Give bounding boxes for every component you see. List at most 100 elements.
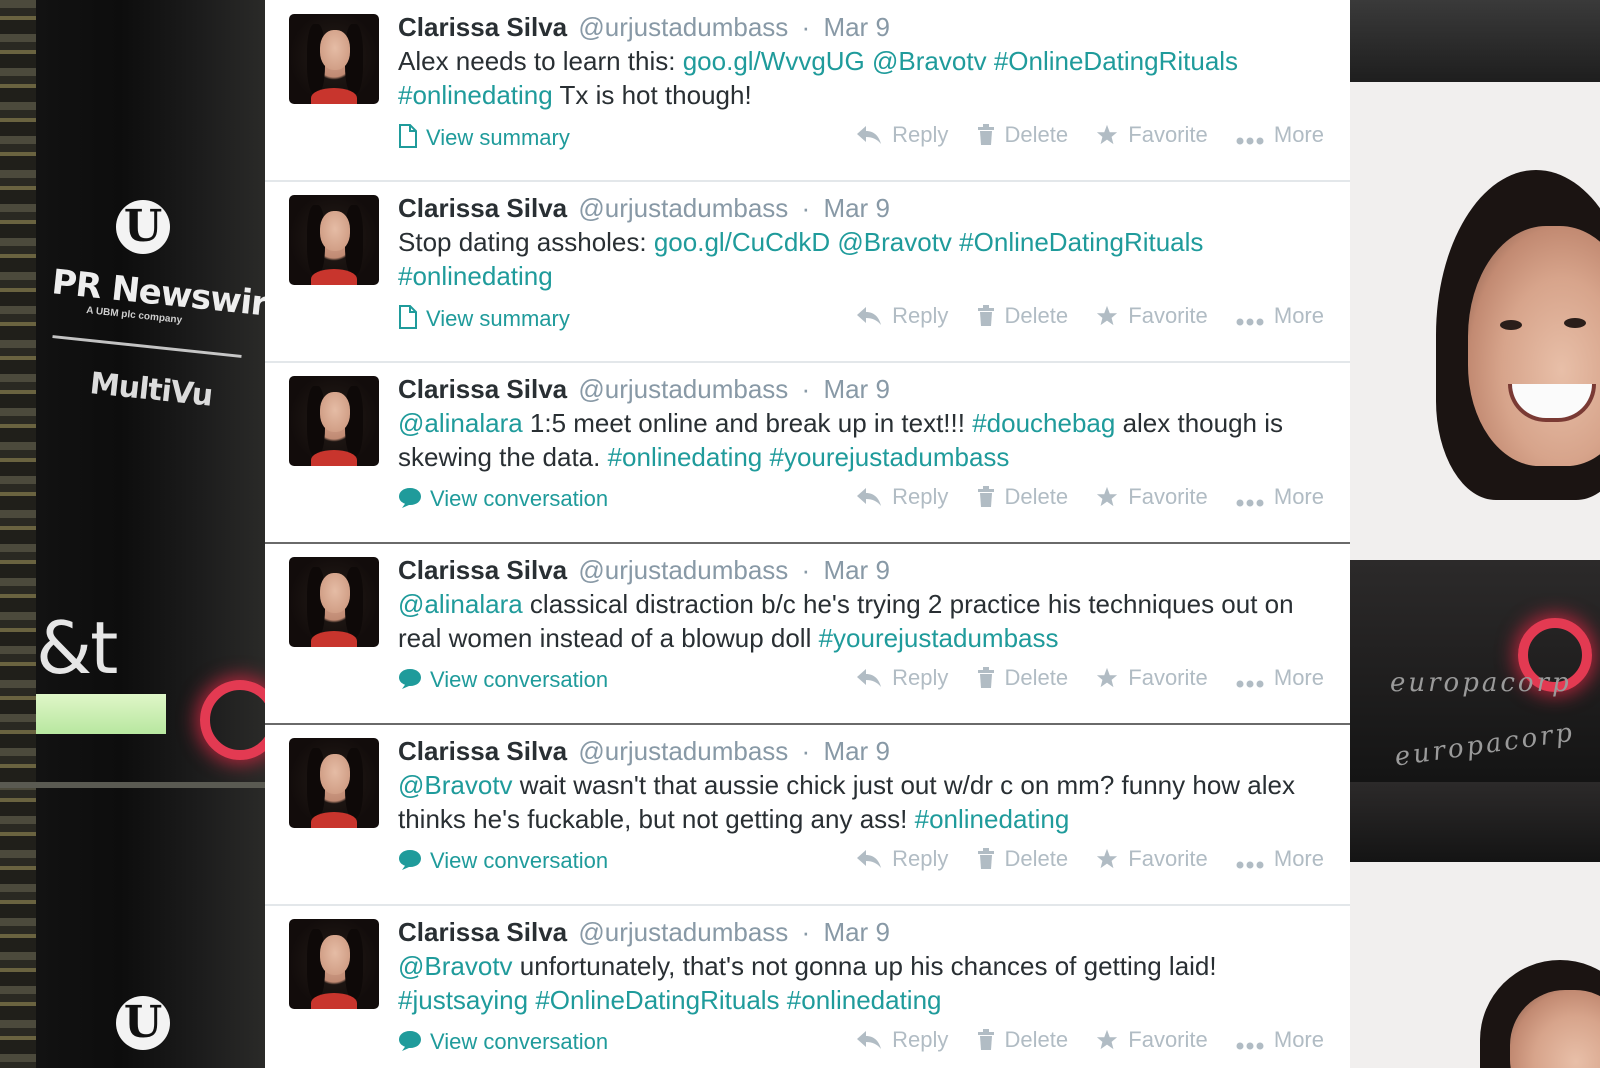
expand-link[interactable]: View summary bbox=[398, 124, 570, 151]
mention-link[interactable]: @alinalara bbox=[398, 408, 523, 438]
hashtag-link[interactable]: #OnlineDatingRituals bbox=[994, 46, 1238, 76]
favorite-button[interactable]: Favorite bbox=[1096, 1027, 1208, 1053]
star-icon bbox=[1097, 124, 1118, 145]
reply-button[interactable]: Reply bbox=[856, 303, 948, 329]
more-label: More bbox=[1273, 1027, 1324, 1052]
author-handle[interactable]: @urjustadumbass bbox=[578, 374, 788, 404]
avatar[interactable] bbox=[289, 738, 379, 828]
author-handle[interactable]: @urjustadumbass bbox=[578, 193, 788, 223]
tweet-6[interactable]: Clarissa Silva @urjustadumbass · Mar 9 @… bbox=[265, 905, 1350, 1068]
reply-button[interactable]: Reply bbox=[856, 122, 948, 148]
tweet-1[interactable]: Clarissa Silva @urjustadumbass · Mar 9 A… bbox=[265, 0, 1350, 182]
tweet-timestamp[interactable]: Mar 9 bbox=[823, 736, 889, 766]
url-link[interactable]: goo.gl/WvvgUG bbox=[683, 46, 865, 76]
avatar[interactable] bbox=[289, 14, 379, 104]
url-link[interactable]: goo.gl/CuCdkD bbox=[654, 227, 830, 257]
more-button[interactable]: More bbox=[1236, 665, 1324, 691]
expand-link[interactable]: View conversation bbox=[398, 1029, 608, 1055]
favorite-button[interactable]: Favorite bbox=[1096, 122, 1208, 148]
tweet-content: Clarissa Silva @urjustadumbass · Mar 9 @… bbox=[398, 372, 1338, 474]
tweet-actions: Reply Delete Favorite More bbox=[834, 303, 1324, 329]
delete-button[interactable]: Delete bbox=[977, 122, 1068, 148]
tweet-4[interactable]: Clarissa Silva @urjustadumbass · Mar 9 @… bbox=[265, 543, 1350, 725]
author-handle[interactable]: @urjustadumbass bbox=[578, 917, 788, 947]
author-handle[interactable]: @urjustadumbass bbox=[578, 736, 788, 766]
more-button[interactable]: More bbox=[1236, 1027, 1324, 1053]
mention-link[interactable]: @Bravotv bbox=[398, 770, 513, 800]
tweet-header: Clarissa Silva @urjustadumbass · Mar 9 bbox=[398, 915, 1338, 949]
tweet-text-line-2: skewing the data. #onlinedating #youreju… bbox=[398, 441, 1338, 474]
avatar[interactable] bbox=[289, 919, 379, 1009]
favorite-button[interactable]: Favorite bbox=[1096, 303, 1208, 329]
mention-link[interactable]: @Bravotv bbox=[872, 46, 987, 76]
hashtag-link[interactable]: #OnlineDatingRituals bbox=[959, 227, 1203, 257]
expand-link[interactable]: View summary bbox=[398, 305, 570, 332]
expand-link[interactable]: View conversation bbox=[398, 848, 608, 874]
mention-link[interactable]: @Bravotv bbox=[398, 951, 513, 981]
hashtag-link[interactable]: #justsaying bbox=[398, 985, 528, 1015]
tweet-actions: Reply Delete Favorite More bbox=[834, 484, 1324, 510]
tweet-actions: Reply Delete Favorite More bbox=[834, 1027, 1324, 1053]
tweet-text-line-1: Alex needs to learn this: goo.gl/WvvgUG … bbox=[398, 45, 1338, 78]
hashtag-link[interactable]: #yourejustadumbass bbox=[819, 623, 1059, 653]
favorite-button[interactable]: Favorite bbox=[1096, 665, 1208, 691]
tweet-timestamp[interactable]: Mar 9 bbox=[823, 555, 889, 585]
multivu-sign: MultiVu bbox=[88, 366, 214, 414]
delete-button[interactable]: Delete bbox=[977, 303, 1068, 329]
author-handle[interactable]: @urjustadumbass bbox=[578, 555, 788, 585]
tweet-5[interactable]: Clarissa Silva @urjustadumbass · Mar 9 @… bbox=[265, 724, 1350, 906]
author-name[interactable]: Clarissa Silva bbox=[398, 374, 567, 404]
tweet-3[interactable]: Clarissa Silva @urjustadumbass · Mar 9 @… bbox=[265, 362, 1350, 544]
author-name[interactable]: Clarissa Silva bbox=[398, 917, 567, 947]
author-name[interactable]: Clarissa Silva bbox=[398, 12, 567, 42]
more-button[interactable]: More bbox=[1236, 846, 1324, 872]
reply-icon bbox=[857, 1031, 882, 1049]
reply-button[interactable]: Reply bbox=[856, 665, 948, 691]
delete-button[interactable]: Delete bbox=[977, 846, 1068, 872]
favorite-button[interactable]: Favorite bbox=[1096, 846, 1208, 872]
tweet-text: real women instead of a blowup doll bbox=[398, 623, 819, 653]
speech-bubble-icon bbox=[399, 1031, 421, 1051]
hashtag-link[interactable]: #onlinedating bbox=[915, 804, 1070, 834]
author-name[interactable]: Clarissa Silva bbox=[398, 555, 567, 585]
tweet-2[interactable]: Clarissa Silva @urjustadumbass · Mar 9 S… bbox=[265, 181, 1350, 363]
delete-button[interactable]: Delete bbox=[977, 1027, 1068, 1053]
favorite-button[interactable]: Favorite bbox=[1096, 484, 1208, 510]
author-handle[interactable]: @urjustadumbass bbox=[578, 12, 788, 42]
avatar[interactable] bbox=[289, 557, 379, 647]
mention-link[interactable]: @alinalara bbox=[398, 589, 523, 619]
tweet-content: Clarissa Silva @urjustadumbass · Mar 9 @… bbox=[398, 915, 1338, 1017]
expand-link[interactable]: View conversation bbox=[398, 667, 608, 693]
tweet-timestamp[interactable]: Mar 9 bbox=[823, 917, 889, 947]
delete-button[interactable]: Delete bbox=[977, 665, 1068, 691]
tweet-timestamp[interactable]: Mar 9 bbox=[823, 12, 889, 42]
reply-button[interactable]: Reply bbox=[856, 484, 948, 510]
author-name[interactable]: Clarissa Silva bbox=[398, 193, 567, 223]
mention-link[interactable]: @Bravotv bbox=[837, 227, 952, 257]
hashtag-link[interactable]: #douchebag bbox=[972, 408, 1115, 438]
reply-button[interactable]: Reply bbox=[856, 846, 948, 872]
author-name[interactable]: Clarissa Silva bbox=[398, 736, 567, 766]
more-button[interactable]: More bbox=[1236, 484, 1324, 510]
more-button[interactable]: More bbox=[1236, 303, 1324, 329]
hashtag-link[interactable]: #onlinedating bbox=[787, 985, 942, 1015]
hashtag-link[interactable]: #yourejustadumbass bbox=[770, 442, 1010, 472]
expand-link[interactable]: View conversation bbox=[398, 486, 608, 512]
hashtag-link[interactable]: #onlinedating bbox=[398, 261, 553, 291]
reply-icon bbox=[857, 126, 882, 144]
delete-button[interactable]: Delete bbox=[977, 484, 1068, 510]
more-button[interactable]: More bbox=[1236, 122, 1324, 148]
avatar[interactable] bbox=[289, 376, 379, 466]
favorite-label: Favorite bbox=[1128, 122, 1208, 147]
tweet-timestamp[interactable]: Mar 9 bbox=[823, 193, 889, 223]
avatar[interactable] bbox=[289, 195, 379, 285]
reply-button[interactable]: Reply bbox=[856, 1027, 948, 1053]
tweet-text bbox=[780, 985, 787, 1015]
hashtag-link[interactable]: #onlinedating bbox=[398, 80, 553, 110]
hashtag-link[interactable]: #OnlineDatingRituals bbox=[535, 985, 779, 1015]
tweet-timestamp[interactable]: Mar 9 bbox=[823, 374, 889, 404]
more-label: More bbox=[1273, 303, 1324, 328]
reply-label: Reply bbox=[892, 665, 949, 690]
hashtag-link[interactable]: #onlinedating bbox=[608, 442, 763, 472]
star-icon bbox=[1097, 1029, 1118, 1050]
